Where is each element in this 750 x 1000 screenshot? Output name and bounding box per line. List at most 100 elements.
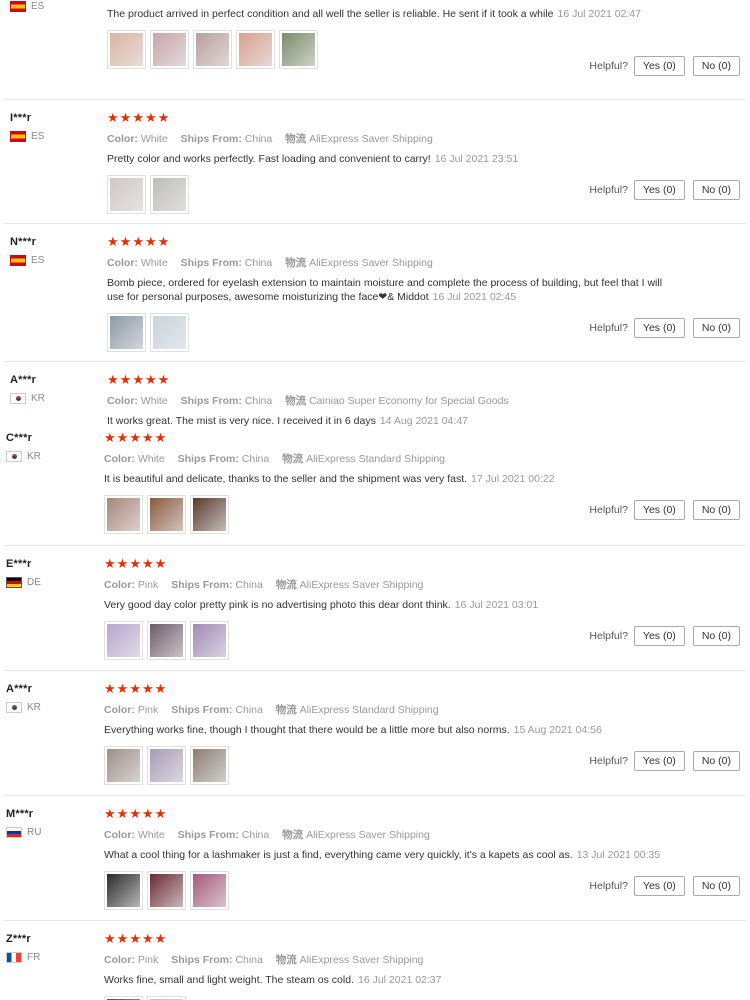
country-code: ES xyxy=(31,255,45,266)
review-photo-thumbnail[interactable] xyxy=(150,30,189,69)
review-photo-thumbnail[interactable] xyxy=(147,746,186,785)
review-photo-thumbnail[interactable] xyxy=(236,30,275,69)
helpful-yes-button[interactable]: Yes (0) xyxy=(633,180,685,200)
review-photo-thumbnail[interactable] xyxy=(147,871,186,910)
color-value: White xyxy=(137,829,165,841)
review-date: 16 Jul 2021 23:51 xyxy=(434,153,519,165)
helpful-yes-button[interactable]: Yes (0) xyxy=(633,56,685,76)
review-body: Bomb piece, ordered for eyelash extensio… xyxy=(107,277,663,303)
reviewer-info: M***r RU xyxy=(6,808,41,838)
ships-from-label: Ships From: xyxy=(171,579,233,591)
helpful-yes-button[interactable]: Yes (0) xyxy=(633,876,685,896)
review-body: The product arrived in perfect condition… xyxy=(107,8,554,20)
reviewer-country: KR xyxy=(6,451,41,462)
reviewer-name: E***r xyxy=(6,558,32,570)
country-code: ES xyxy=(31,131,45,142)
shipping-method: AliExpress Standard Shipping xyxy=(299,704,439,716)
color-label: Color: xyxy=(104,829,135,841)
review-photo-thumbnail[interactable] xyxy=(104,621,143,660)
helpful-no-button[interactable]: No (0) xyxy=(692,751,740,771)
reviewer-info: E***r DE xyxy=(6,558,41,588)
color-label: Color: xyxy=(104,579,135,591)
review-content: ★ ★ ★ ★ ★ Color: Pink Ships From: China 物流 Al… xyxy=(104,683,664,785)
ships-from-value: China xyxy=(244,133,273,145)
review-photo-thumbnail[interactable] xyxy=(104,746,143,785)
review-photo-thumbnail[interactable] xyxy=(150,313,189,352)
helpful-vote: Helpful? Yes (0) No (0) xyxy=(589,56,740,76)
shipping-method: AliExpress Saver Shipping xyxy=(299,579,424,591)
review-date: 13 Jul 2021 00:35 xyxy=(576,849,661,861)
star-icon: ★ xyxy=(116,682,129,697)
order-info: Color: White Ships From: China 物流 AliExp… xyxy=(107,255,667,270)
review-photo-thumbnail[interactable] xyxy=(107,313,146,352)
star-icon: ★ xyxy=(144,373,157,388)
helpful-no-button[interactable]: No (0) xyxy=(692,318,740,338)
reviewer-country: ES xyxy=(10,1,44,12)
helpful-no-button[interactable]: No (0) xyxy=(692,56,740,76)
ships-from-label: Ships From: xyxy=(177,453,239,465)
star-icon: ★ xyxy=(104,932,116,947)
flag-icon xyxy=(10,393,26,404)
color-value: Pink xyxy=(137,579,159,591)
logistics-label: 物流 xyxy=(285,257,307,269)
helpful-yes-button[interactable]: Yes (0) xyxy=(633,626,685,646)
review-photo-thumbnail[interactable] xyxy=(193,30,232,69)
review-item: I***r ES ★ ★ ★ ★ ★ Color: White Ships From: Chi… xyxy=(0,100,750,224)
star-icon: ★ xyxy=(154,682,167,697)
review-photo-thumbnail[interactable] xyxy=(104,996,143,1000)
reviewer-country: KR xyxy=(10,393,45,404)
star-icon: ★ xyxy=(129,431,141,446)
review-item: E***r DE ★ ★ ★ ★ ★ Color: Pink Ships From: Chin… xyxy=(0,546,750,671)
review-item: M***r RU ★ ★ ★ ★ ★ Color: White Ships From: Chi… xyxy=(0,796,750,921)
reviewer-info: Z***r FR xyxy=(6,933,40,963)
helpful-no-button[interactable]: No (0) xyxy=(692,626,740,646)
flag-icon xyxy=(6,451,22,462)
review-text: Works fine, small and light weight. The … xyxy=(104,973,664,987)
star-icon: ★ xyxy=(141,932,154,947)
helpful-no-button[interactable]: No (0) xyxy=(692,180,740,200)
review-photo-thumbnail[interactable] xyxy=(107,30,146,69)
star-rating: ★ ★ ★ ★ ★ xyxy=(104,933,664,946)
helpful-no-button[interactable]: No (0) xyxy=(692,876,740,896)
review-photo-thumbnail[interactable] xyxy=(147,621,186,660)
helpful-yes-button[interactable]: Yes (0) xyxy=(633,751,685,771)
helpful-vote: Helpful? Yes (0) No (0) xyxy=(589,500,740,520)
reviewer-info: ES xyxy=(10,0,44,12)
helpful-yes-button[interactable]: Yes (0) xyxy=(633,500,685,520)
review-photos xyxy=(104,621,664,660)
ships-from-value: China xyxy=(235,954,263,966)
review-photo-thumbnail[interactable] xyxy=(190,621,229,660)
logistics-label: 物流 xyxy=(282,829,304,841)
review-photo-thumbnail[interactable] xyxy=(147,996,186,1000)
review-date: 16 Jul 2021 02:47 xyxy=(557,8,641,20)
helpful-no-button[interactable]: No (0) xyxy=(692,500,740,520)
review-body: Very good day color pretty pink is no ad… xyxy=(104,599,451,611)
ships-from-label: Ships From: xyxy=(177,829,239,841)
review-date: 16 Jul 2021 02:37 xyxy=(357,974,442,986)
shipping-method: AliExpress Saver Shipping xyxy=(309,133,433,145)
review-photo-thumbnail[interactable] xyxy=(104,495,143,534)
review-photo-thumbnail[interactable] xyxy=(190,871,229,910)
logistics-label: 物流 xyxy=(275,579,297,591)
star-icon: ★ xyxy=(129,557,141,572)
reviewer-name: A***r xyxy=(10,374,37,386)
review-photo-thumbnail[interactable] xyxy=(104,871,143,910)
logistics-label: 物流 xyxy=(275,704,297,716)
logistics-label: 物流 xyxy=(282,453,304,465)
review-photo-thumbnail[interactable] xyxy=(279,30,318,69)
shipping-method: Cainiao Super Economy for Special Goods xyxy=(309,395,509,407)
country-code: DE xyxy=(27,577,41,588)
review-photo-thumbnail[interactable] xyxy=(147,495,186,534)
reviewer-country: KR xyxy=(6,702,41,713)
review-photo-thumbnail[interactable] xyxy=(190,746,229,785)
review-photo-thumbnail[interactable] xyxy=(150,175,189,214)
reviewer-name: Z***r xyxy=(6,933,31,945)
star-rating: ★ ★ ★ ★ ★ xyxy=(104,432,664,445)
review-photo-thumbnail[interactable] xyxy=(107,175,146,214)
review-body: Pretty color and works perfectly. Fast l… xyxy=(107,153,431,165)
helpful-yes-button[interactable]: Yes (0) xyxy=(633,318,685,338)
star-rating: ★ ★ ★ ★ ★ xyxy=(104,558,664,571)
review-photo-thumbnail[interactable] xyxy=(190,495,229,534)
helpful-label: Helpful? xyxy=(589,755,628,767)
flag-icon xyxy=(10,131,26,142)
